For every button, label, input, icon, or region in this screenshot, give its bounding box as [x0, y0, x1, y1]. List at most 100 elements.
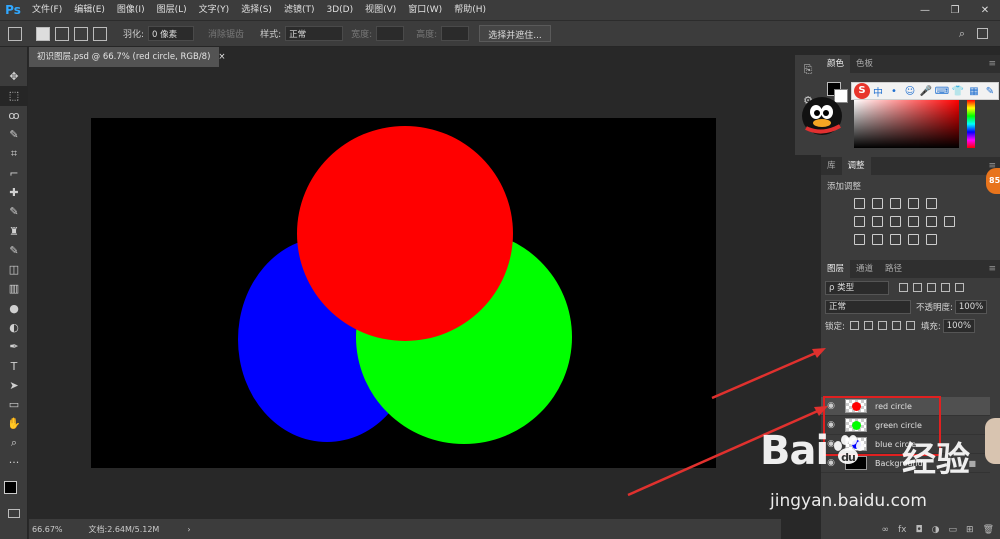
dodge-tool-icon[interactable]: ◐ [0, 318, 28, 337]
foreground-color-swatch[interactable] [4, 481, 17, 494]
close-button[interactable]: ✕ [970, 0, 1000, 20]
restore-button[interactable]: ❐ [940, 0, 970, 20]
width-input[interactable] [376, 26, 405, 41]
skin-icon[interactable]: 👕 [950, 86, 966, 97]
color-balance-icon[interactable] [872, 215, 883, 227]
fx-icon[interactable]: fx [898, 525, 907, 535]
opacity-input[interactable]: 100% [954, 299, 987, 314]
document-tab[interactable]: 初识图层.psd @ 66.7% (red circle, RGB/8) × [29, 47, 226, 67]
lasso-tool-icon[interactable]: ꝏ [0, 106, 28, 125]
stamp-tool-icon[interactable]: ♜ [0, 221, 28, 240]
tab-color[interactable]: 颜色 [821, 55, 851, 73]
shape-tool-icon[interactable]: ▭ [0, 395, 28, 414]
hand-tool-icon[interactable]: ✋ [0, 414, 28, 433]
heal-tool-icon[interactable]: ✚ [0, 183, 28, 202]
brush-tool-icon[interactable]: ✎ [0, 202, 28, 221]
menu-filter[interactable]: 滤镜(T) [278, 0, 321, 20]
document-canvas[interactable] [91, 118, 716, 468]
intersect-selection-icon[interactable] [93, 26, 107, 41]
curves-icon[interactable] [890, 197, 901, 209]
status-menu-arrow[interactable]: › [187, 525, 190, 534]
close-document-icon[interactable]: × [218, 52, 225, 62]
new-layer-icon[interactable]: ⊞ [966, 525, 974, 535]
blend-mode-select[interactable]: 正常 [825, 299, 911, 314]
tab-libraries[interactable]: 库 [821, 157, 842, 175]
marquee-preset-icon[interactable] [8, 26, 22, 41]
new-selection-icon[interactable] [36, 26, 50, 41]
ime-toolbar[interactable]: S 中 • ☺ 🎤 ⌨ 👕 ▦ ✎ [851, 82, 999, 100]
quick-mask-icon[interactable] [8, 509, 20, 518]
tab-adjustments[interactable]: 调整 [841, 157, 871, 175]
eyedropper-tool-icon[interactable]: ⌐ [0, 163, 28, 182]
menu-image[interactable]: 图像(I) [111, 0, 151, 20]
channel-mixer-icon[interactable] [926, 215, 937, 227]
color-lookup-icon[interactable] [944, 215, 955, 227]
delete-layer-icon[interactable]: 🗑 [983, 525, 994, 535]
lock-artboard-icon[interactable] [891, 321, 901, 330]
feather-input[interactable]: 0 像素 [148, 26, 195, 41]
menu-select[interactable]: 选择(S) [235, 0, 278, 20]
gradient-map-icon[interactable] [908, 233, 919, 245]
menu-help[interactable]: 帮助(H) [448, 0, 492, 20]
type-tool-icon[interactable]: T [0, 356, 28, 375]
antialias-checkbox[interactable]: 消除锯齿 [208, 27, 244, 40]
history-panel-icon[interactable]: ⎘ [795, 55, 821, 85]
side-badge[interactable]: 85 [986, 168, 1000, 194]
selective-color-icon[interactable] [926, 233, 937, 245]
layer-filter-select[interactable]: ρ 类型 [825, 280, 889, 295]
quick-select-tool-icon[interactable]: ✎ [0, 125, 28, 144]
link-layers-icon[interactable]: ∞ [882, 525, 890, 535]
zoom-tool-icon[interactable]: ⌕ [0, 434, 28, 453]
hue-saturation-icon[interactable] [854, 215, 865, 227]
new-group-icon[interactable]: ▭ [949, 525, 958, 535]
style-select[interactable]: 正常 [285, 26, 344, 41]
punctuation-icon[interactable]: • [886, 86, 902, 97]
filter-type-icon[interactable] [927, 283, 936, 292]
menu-window[interactable]: 窗口(W) [402, 0, 448, 20]
subtract-selection-icon[interactable] [74, 26, 88, 41]
panel-menu-icon[interactable]: ≡ [988, 264, 996, 274]
tab-swatches[interactable]: 色板 [850, 55, 879, 73]
menu-edit[interactable]: 编辑(E) [68, 0, 111, 20]
hue-slider[interactable] [967, 100, 975, 148]
emoji-icon[interactable]: ☺ [902, 86, 918, 97]
filter-pixel-icon[interactable] [899, 283, 908, 292]
lock-all-icon[interactable] [905, 321, 915, 330]
filter-smart-icon[interactable] [955, 283, 964, 292]
gradient-tool-icon[interactable]: ▥ [0, 279, 28, 298]
levels-icon[interactable] [872, 197, 883, 209]
more-tools-icon[interactable]: ··· [0, 453, 28, 472]
search-icon[interactable]: ⌕ [959, 27, 965, 41]
blur-tool-icon[interactable]: ● [0, 299, 28, 318]
vibrance-icon[interactable] [926, 197, 937, 209]
crop-tool-icon[interactable]: ⌗ [0, 144, 28, 163]
select-and-mask-button[interactable]: 选择并遮住... [479, 25, 551, 42]
menu-view[interactable]: 视图(V) [359, 0, 402, 20]
history-brush-tool-icon[interactable]: ✎ [0, 241, 28, 260]
tab-paths[interactable]: 路径 [879, 260, 908, 278]
menu-layer[interactable]: 图层(L) [151, 0, 193, 20]
threshold-icon[interactable] [890, 233, 901, 245]
pen-tool-icon[interactable]: ✒ [0, 337, 28, 356]
menu-type[interactable]: 文字(Y) [193, 0, 236, 20]
lock-position-icon[interactable] [877, 321, 887, 330]
filter-shape-icon[interactable] [941, 283, 950, 292]
invert-icon[interactable] [854, 233, 865, 245]
posterize-icon[interactable] [872, 233, 883, 245]
panel-menu-icon[interactable]: ≡ [988, 59, 996, 69]
move-tool-icon[interactable]: ✥ [0, 67, 28, 86]
workspace-icon[interactable] [977, 28, 988, 39]
marquee-tool-icon[interactable]: ⬚ [0, 86, 28, 106]
menu-3d[interactable]: 3D(D) [320, 0, 359, 20]
lock-pixels-icon[interactable] [863, 321, 873, 330]
menu-file[interactable]: 文件(F) [26, 0, 68, 20]
path-select-tool-icon[interactable]: ➤ [0, 376, 28, 395]
fill-input[interactable]: 100% [942, 318, 975, 333]
exposure-icon[interactable] [908, 197, 919, 209]
mic-icon[interactable]: 🎤 [918, 86, 934, 97]
black-white-icon[interactable] [890, 215, 901, 227]
add-mask-icon[interactable]: ◘ [916, 525, 923, 535]
photo-filter-icon[interactable] [908, 215, 919, 227]
keyboard-icon[interactable]: ⌨ [934, 86, 950, 97]
ime-mode-icon[interactable]: 中 [870, 84, 886, 99]
